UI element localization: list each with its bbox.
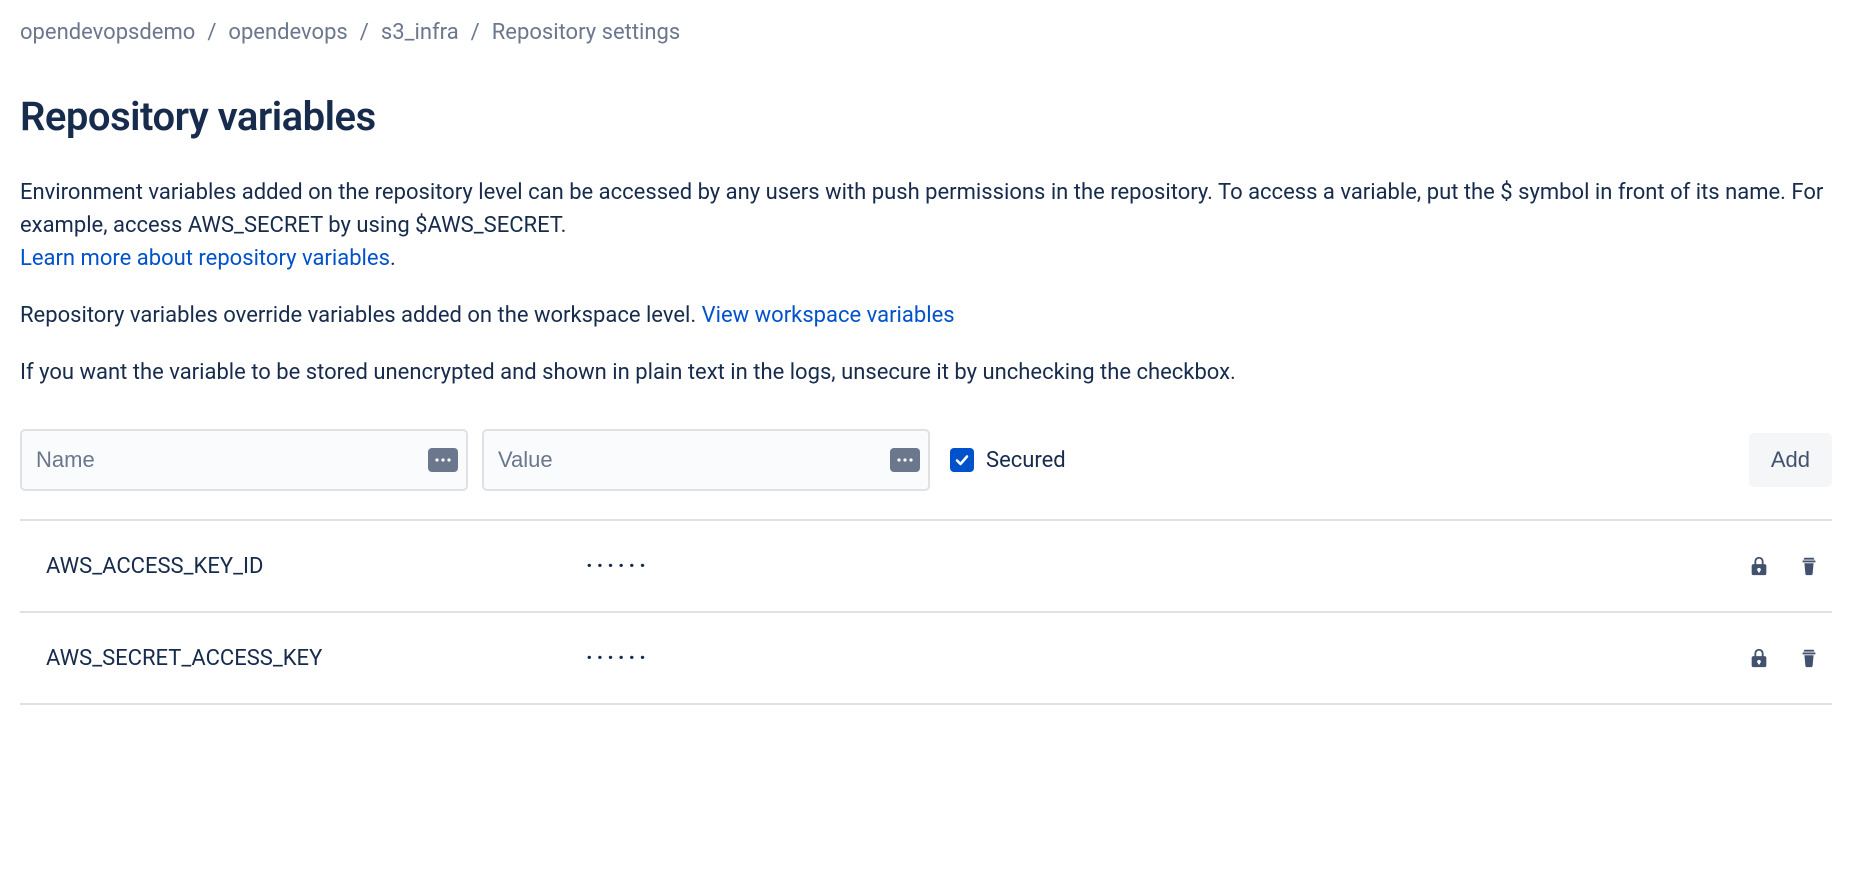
variable-actions — [1744, 643, 1832, 673]
name-input-wrap — [20, 429, 468, 491]
breadcrumb-item-workspace[interactable]: opendevopsdemo — [20, 20, 195, 45]
breadcrumb-item-repo[interactable]: s3_infra — [381, 20, 459, 45]
variable-value-masked: ······ — [586, 646, 1744, 671]
breadcrumb: opendevopsdemo / opendevops / s3_infra /… — [20, 20, 1832, 45]
breadcrumb-sep: / — [360, 20, 369, 45]
variable-actions — [1744, 551, 1832, 581]
secured-label: Secured — [986, 448, 1066, 473]
description-paragraph-1: Environment variables added on the repos… — [20, 176, 1832, 275]
ellipsis-icon[interactable] — [428, 448, 458, 472]
description-text: Environment variables added on the repos… — [20, 180, 1823, 238]
description-paragraph-2: Repository variables override variables … — [20, 299, 1832, 332]
learn-more-link[interactable]: Learn more about repository variables — [20, 246, 390, 271]
variable-name: AWS_SECRET_ACCESS_KEY — [46, 646, 586, 671]
value-input-wrap — [482, 429, 930, 491]
page-title: Repository variables — [20, 93, 1832, 140]
secured-checkbox[interactable] — [950, 448, 974, 472]
description-text: Repository variables override variables … — [20, 303, 702, 328]
description-paragraph-3: If you want the variable to be stored un… — [20, 356, 1832, 389]
variable-row: AWS_ACCESS_KEY_ID······ — [20, 521, 1832, 613]
lock-icon[interactable] — [1744, 551, 1774, 581]
lock-icon[interactable] — [1744, 643, 1774, 673]
name-input[interactable] — [20, 429, 468, 491]
value-input[interactable] — [482, 429, 930, 491]
workspace-variables-link[interactable]: View workspace variables — [702, 303, 955, 328]
variable-name: AWS_ACCESS_KEY_ID — [46, 554, 586, 579]
breadcrumb-sep: / — [207, 20, 216, 45]
breadcrumb-item-project[interactable]: opendevops — [228, 20, 347, 45]
ellipsis-icon[interactable] — [890, 448, 920, 472]
trash-icon[interactable] — [1794, 551, 1824, 581]
breadcrumb-item-settings[interactable]: Repository settings — [492, 20, 681, 45]
variable-row: AWS_SECRET_ACCESS_KEY······ — [20, 613, 1832, 705]
trash-icon[interactable] — [1794, 643, 1824, 673]
add-button[interactable]: Add — [1749, 433, 1832, 487]
breadcrumb-sep: / — [471, 20, 480, 45]
secured-checkbox-wrap: Secured — [950, 448, 1066, 473]
variable-value-masked: ······ — [586, 554, 1744, 579]
add-variable-form: Secured Add — [20, 429, 1832, 521]
